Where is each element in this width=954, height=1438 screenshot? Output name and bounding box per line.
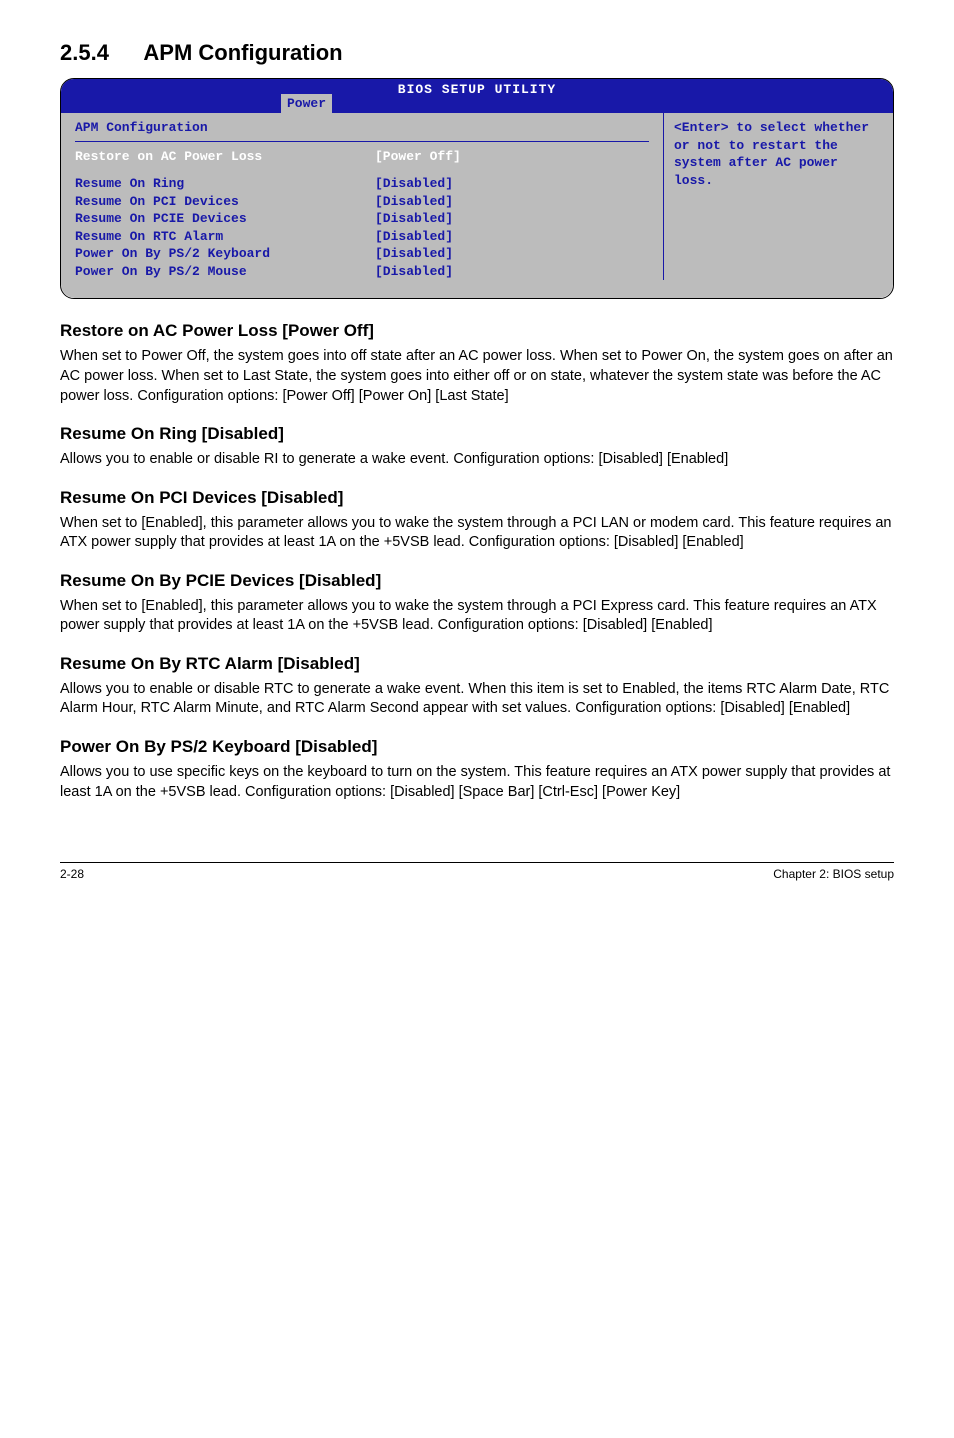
bios-help-pane: <Enter> to select whether or not to rest… xyxy=(663,113,893,280)
section-title: APM Configuration xyxy=(143,40,342,65)
subsection-body: Allows you to enable or disable RI to ge… xyxy=(60,450,894,470)
section-heading: 2.5.4 APM Configuration xyxy=(60,40,894,66)
bios-row-value: [Disabled] xyxy=(375,175,649,193)
section-number: 2.5.4 xyxy=(60,40,109,65)
bios-help-text: <Enter> to select whether or not to rest… xyxy=(674,119,883,189)
bios-row-label: Resume On PCI Devices xyxy=(75,193,375,211)
bios-screenshot: BIOS SETUP UTILITY Power APM Configurati… xyxy=(60,78,894,299)
bios-row-selected: Restore on AC Power Loss [Power Off] xyxy=(75,148,649,166)
spacer xyxy=(75,165,649,175)
bios-header: BIOS SETUP UTILITY Power xyxy=(61,79,893,113)
bios-row-label: Restore on AC Power Loss xyxy=(75,148,375,166)
bios-row-value: [Power Off] xyxy=(375,148,649,166)
bios-row-label: Resume On Ring xyxy=(75,175,375,193)
subsection-body: Allows you to enable or disable RTC to g… xyxy=(60,680,894,719)
subsection-body: Allows you to use specific keys on the k… xyxy=(60,763,894,802)
subsection-title: Resume On Ring [Disabled] xyxy=(60,424,894,444)
bios-body: APM Configuration Restore on AC Power Lo… xyxy=(61,113,893,298)
subsection-title: Resume On By RTC Alarm [Disabled] xyxy=(60,654,894,674)
bios-row: Resume On PCIE Devices [Disabled] xyxy=(75,210,649,228)
bios-row-value: [Disabled] xyxy=(375,210,649,228)
page-number: 2-28 xyxy=(60,867,84,881)
chapter-label: Chapter 2: BIOS setup xyxy=(773,867,894,881)
bios-row-value: [Disabled] xyxy=(375,263,649,281)
bios-row: Power On By PS/2 Keyboard [Disabled] xyxy=(75,245,649,263)
bios-row-label: Power On By PS/2 Keyboard xyxy=(75,245,375,263)
bios-divider xyxy=(75,141,649,142)
page-footer: 2-28 Chapter 2: BIOS setup xyxy=(60,862,894,881)
subsection-title: Restore on AC Power Loss [Power Off] xyxy=(60,321,894,341)
bios-row-value: [Disabled] xyxy=(375,245,649,263)
bios-row: Resume On Ring [Disabled] xyxy=(75,175,649,193)
bios-row-label: Resume On RTC Alarm xyxy=(75,228,375,246)
bios-row-label: Resume On PCIE Devices xyxy=(75,210,375,228)
bios-row: Resume On RTC Alarm [Disabled] xyxy=(75,228,649,246)
bios-tab-power: Power xyxy=(281,94,332,113)
bios-left-pane: APM Configuration Restore on AC Power Lo… xyxy=(61,113,663,280)
bios-left-heading: APM Configuration xyxy=(75,119,649,137)
bios-header-title: BIOS SETUP UTILITY xyxy=(61,81,893,99)
bios-row: Resume On PCI Devices [Disabled] xyxy=(75,193,649,211)
bios-row-value: [Disabled] xyxy=(375,193,649,211)
subsection-body: When set to [Enabled], this parameter al… xyxy=(60,597,894,636)
subsection-title: Resume On PCI Devices [Disabled] xyxy=(60,488,894,508)
subsection-body: When set to Power Off, the system goes i… xyxy=(60,347,894,406)
subsection-title: Resume On By PCIE Devices [Disabled] xyxy=(60,571,894,591)
subsection-title: Power On By PS/2 Keyboard [Disabled] xyxy=(60,737,894,757)
bios-row-value: [Disabled] xyxy=(375,228,649,246)
subsection-body: When set to [Enabled], this parameter al… xyxy=(60,514,894,553)
bios-row: Power On By PS/2 Mouse [Disabled] xyxy=(75,263,649,281)
bios-row-label: Power On By PS/2 Mouse xyxy=(75,263,375,281)
